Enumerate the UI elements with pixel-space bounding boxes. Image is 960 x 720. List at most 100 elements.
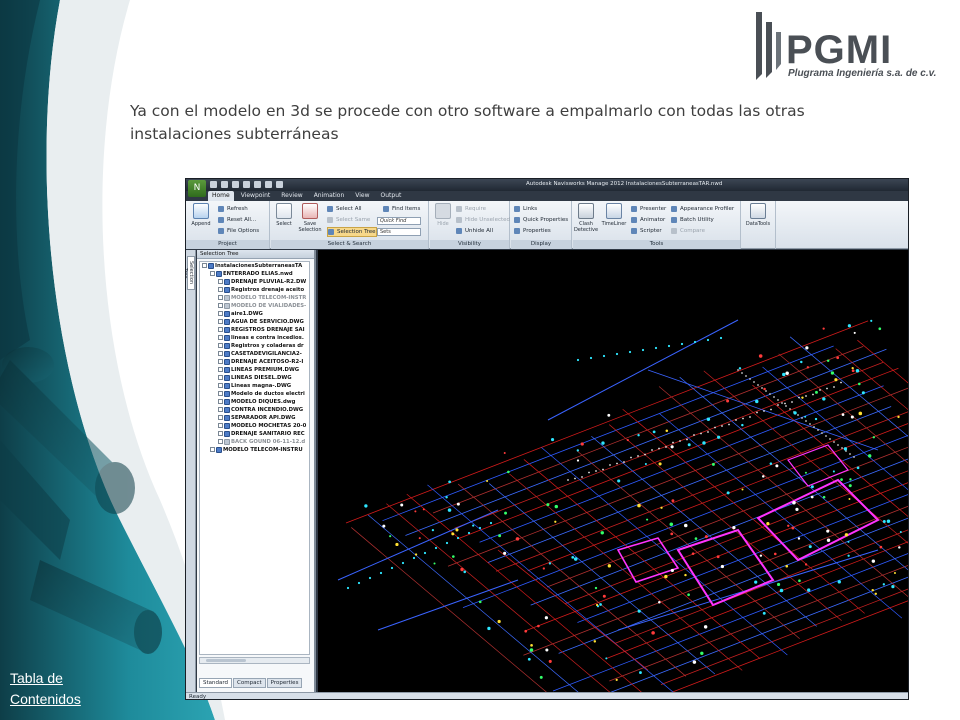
new-icon[interactable] bbox=[210, 181, 217, 188]
tree-item[interactable]: InstalacionesSubterraneasTA bbox=[200, 262, 309, 270]
find-items-button[interactable]: Find Items bbox=[383, 205, 420, 213]
expand-toggle-icon[interactable] bbox=[218, 327, 223, 332]
tree-item[interactable]: MODELO TELECOM-INSTRU bbox=[200, 446, 309, 454]
quick-properties-button[interactable]: Quick Properties bbox=[514, 216, 568, 224]
tree-item[interactable]: LINEAS PREMIUM.DWG bbox=[200, 366, 309, 374]
save-icon[interactable] bbox=[232, 181, 239, 188]
select-same-button[interactable]: Select Same bbox=[327, 216, 370, 224]
expand-toggle-icon[interactable] bbox=[218, 335, 223, 340]
hide-unselected-button[interactable]: Hide Unselected bbox=[456, 216, 510, 224]
tree-item[interactable]: CASETADEVIGILANCIA2- bbox=[200, 350, 309, 358]
unhide-all-button[interactable]: Unhide All bbox=[456, 227, 493, 235]
print-icon[interactable] bbox=[243, 181, 250, 188]
links-button[interactable]: Links bbox=[514, 205, 537, 213]
tree-item[interactable]: ENTERRADO ELIAS.nwd bbox=[200, 270, 309, 278]
tree-item[interactable]: Lineas magna-.DWG bbox=[200, 382, 309, 390]
underground-installations-model[interactable] bbox=[318, 250, 909, 699]
expand-toggle-icon[interactable] bbox=[218, 407, 223, 412]
expand-toggle-icon[interactable] bbox=[218, 423, 223, 428]
tree-item[interactable]: MODELO DIQUES.dwg bbox=[200, 398, 309, 406]
select-all-button[interactable]: Select All bbox=[327, 205, 362, 213]
tab-animation[interactable]: Animation bbox=[310, 191, 349, 201]
expand-toggle-icon[interactable] bbox=[218, 343, 223, 348]
selection-tree-button[interactable]: Selection Tree bbox=[327, 227, 377, 237]
append-button[interactable]: Append bbox=[188, 203, 214, 227]
select-icon[interactable] bbox=[276, 181, 283, 188]
require-button[interactable]: Require bbox=[456, 205, 486, 213]
select-button[interactable]: Select bbox=[271, 203, 297, 227]
tree-item[interactable]: SEPARADOR API.DWG bbox=[200, 414, 309, 422]
tree-item[interactable]: lineas e contra incedios. bbox=[200, 334, 309, 342]
expand-toggle-icon[interactable] bbox=[218, 311, 223, 316]
table-of-contents-link[interactable]: Tabla de Contenidos bbox=[10, 668, 110, 710]
tree-item[interactable]: MODELO DE VIALIDADES- bbox=[200, 302, 309, 310]
file-options-button[interactable]: File Options bbox=[218, 227, 259, 235]
datatools-button[interactable]: DataTools bbox=[745, 203, 771, 227]
horizontal-scrollbar[interactable] bbox=[199, 657, 310, 664]
animator-button[interactable]: Animator bbox=[631, 216, 665, 224]
compare-button[interactable]: Compare bbox=[671, 227, 705, 235]
undo-icon[interactable] bbox=[254, 181, 261, 188]
sets-dropdown[interactable]: Sets bbox=[377, 228, 421, 236]
expand-toggle-icon[interactable] bbox=[218, 375, 223, 380]
redo-icon[interactable] bbox=[265, 181, 272, 188]
tree-item[interactable]: REGISTROS DRENAJE SAI bbox=[200, 326, 309, 334]
selection-tree-side-tab[interactable]: Selection Tree bbox=[186, 256, 195, 290]
hide-button[interactable]: Hide bbox=[430, 203, 456, 227]
refresh-button[interactable]: Refresh bbox=[218, 205, 248, 213]
expand-toggle-icon[interactable] bbox=[218, 415, 223, 420]
expand-toggle-icon[interactable] bbox=[218, 287, 223, 292]
tree-item[interactable]: MODELO TELECOM-INSTR bbox=[200, 294, 309, 302]
quick-find-input[interactable]: Quick Find bbox=[377, 217, 421, 225]
tab-compact[interactable]: Compact bbox=[233, 678, 266, 688]
timeliner-button[interactable]: TimeLiner bbox=[601, 203, 627, 227]
expand-toggle-icon[interactable] bbox=[218, 359, 223, 364]
tree-item[interactable]: BACK GOUND 06-11-12.d bbox=[200, 438, 309, 446]
scripter-button[interactable]: Scripter bbox=[631, 227, 662, 235]
tree-item[interactable]: DRENAJE SANITARIO REC bbox=[200, 430, 309, 438]
expand-toggle-icon[interactable] bbox=[218, 367, 223, 372]
expand-toggle-icon[interactable] bbox=[210, 447, 215, 452]
tree-item[interactable]: AGUA DE SERVICIO.DWG bbox=[200, 318, 309, 326]
presenter-button[interactable]: Presenter bbox=[631, 205, 666, 213]
clash-detective-button[interactable]: Clash Detective bbox=[573, 203, 599, 233]
tab-view[interactable]: View bbox=[351, 191, 373, 201]
open-icon[interactable] bbox=[221, 181, 228, 188]
expand-toggle-icon[interactable] bbox=[218, 431, 223, 436]
expand-toggle-icon[interactable] bbox=[202, 263, 207, 268]
expand-toggle-icon[interactable] bbox=[218, 279, 223, 284]
tab-viewpoint[interactable]: Viewpoint bbox=[237, 191, 275, 201]
expand-toggle-icon[interactable] bbox=[210, 271, 215, 276]
expand-toggle-icon[interactable] bbox=[218, 319, 223, 324]
expand-toggle-icon[interactable] bbox=[218, 295, 223, 300]
tab-review[interactable]: Review bbox=[277, 191, 306, 201]
expand-toggle-icon[interactable] bbox=[218, 439, 223, 444]
properties-button[interactable]: Properties bbox=[514, 227, 551, 235]
tree-item[interactable]: LINEAS DIESEL.DWG bbox=[200, 374, 309, 382]
selection-tree[interactable]: InstalacionesSubterraneasTA ENTERRADO ELI… bbox=[199, 261, 310, 655]
tab-home[interactable]: Home bbox=[208, 191, 234, 201]
appearance-profiler-button[interactable]: Appearance Profiler bbox=[671, 205, 734, 213]
navisworks-app-icon[interactable]: N bbox=[188, 180, 206, 197]
tree-item[interactable]: Registros drenaje aceito bbox=[200, 286, 309, 294]
tree-item[interactable]: CONTRA INCENDIO.DWG bbox=[200, 406, 309, 414]
tab-properties[interactable]: Properties bbox=[266, 678, 303, 688]
tree-item[interactable]: Registros y coladeras dr bbox=[200, 342, 309, 350]
reset-all-button[interactable]: Reset All... bbox=[218, 216, 256, 224]
batch-utility-button[interactable]: Batch Utility bbox=[671, 216, 714, 224]
expand-toggle-icon[interactable] bbox=[218, 303, 223, 308]
tree-item[interactable]: DRENAJE PLUVIAL-R2.DW bbox=[200, 278, 309, 286]
save-selection-button[interactable]: Save Selection bbox=[297, 203, 323, 233]
tab-output[interactable]: Output bbox=[377, 191, 406, 201]
expand-toggle-icon[interactable] bbox=[218, 391, 223, 396]
expand-toggle-icon[interactable] bbox=[218, 399, 223, 404]
3d-viewport[interactable] bbox=[318, 250, 909, 699]
tab-standard[interactable]: Standard bbox=[199, 678, 233, 688]
tree-item[interactable]: DRENAJE ACEITOSO-R2-I bbox=[200, 358, 309, 366]
tree-item[interactable]: MODELO MOCHETAS 20-0 bbox=[200, 422, 309, 430]
tree-item[interactable]: Modelo de ductos electri bbox=[200, 390, 309, 398]
tree-item[interactable]: aire1.DWG bbox=[200, 310, 309, 318]
expand-toggle-icon[interactable] bbox=[218, 351, 223, 356]
scrollbar-thumb[interactable] bbox=[206, 659, 246, 662]
expand-toggle-icon[interactable] bbox=[218, 383, 223, 388]
